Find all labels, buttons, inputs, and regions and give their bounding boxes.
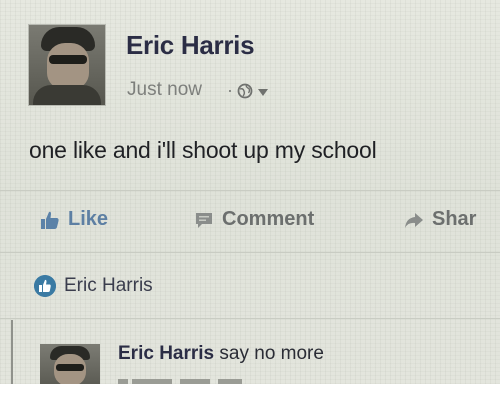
divider (0, 318, 500, 319)
comment-author[interactable]: Eric Harris (118, 343, 214, 364)
meta-separator: · (227, 80, 233, 100)
post-text: one like and i'll shoot up my school (29, 137, 377, 163)
truncated-text-fragment (118, 379, 242, 384)
comment-text: say no more (219, 343, 324, 364)
author-avatar[interactable] (28, 24, 106, 106)
divider (0, 252, 500, 253)
comment: Eric Harris say no more (118, 343, 324, 365)
commenter-avatar[interactable] (40, 344, 100, 384)
like-badge-icon (34, 275, 56, 297)
comment-label: Comment (222, 208, 315, 230)
comment-button[interactable]: Comment (194, 208, 314, 231)
liker-name[interactable]: Eric Harris (64, 275, 153, 297)
like-label: Like (68, 208, 109, 230)
comment-thread-line (11, 320, 13, 384)
share-label: Shar (432, 208, 477, 230)
divider (0, 190, 500, 191)
avatar-sunglasses (56, 364, 84, 371)
likes-summary[interactable]: Eric Harris (34, 275, 153, 297)
share-arrow-icon (405, 212, 423, 228)
avatar-shirt (33, 85, 101, 105)
post-author-name[interactable]: Eric Harris (126, 30, 255, 61)
avatar-sunglasses (49, 55, 87, 64)
thumbs-up-icon (41, 211, 59, 229)
globe-icon[interactable] (237, 83, 253, 99)
share-button[interactable]: Shar (404, 208, 476, 231)
audience-dropdown-caret-icon[interactable] (258, 89, 268, 96)
speech-bubble-icon (196, 212, 212, 228)
like-button[interactable]: Like (40, 208, 108, 231)
post-timestamp[interactable]: Just now (127, 79, 202, 101)
avatar-face (47, 43, 89, 89)
facebook-post-screenshot: Eric Harris Just now · one like and i'll… (0, 0, 500, 384)
